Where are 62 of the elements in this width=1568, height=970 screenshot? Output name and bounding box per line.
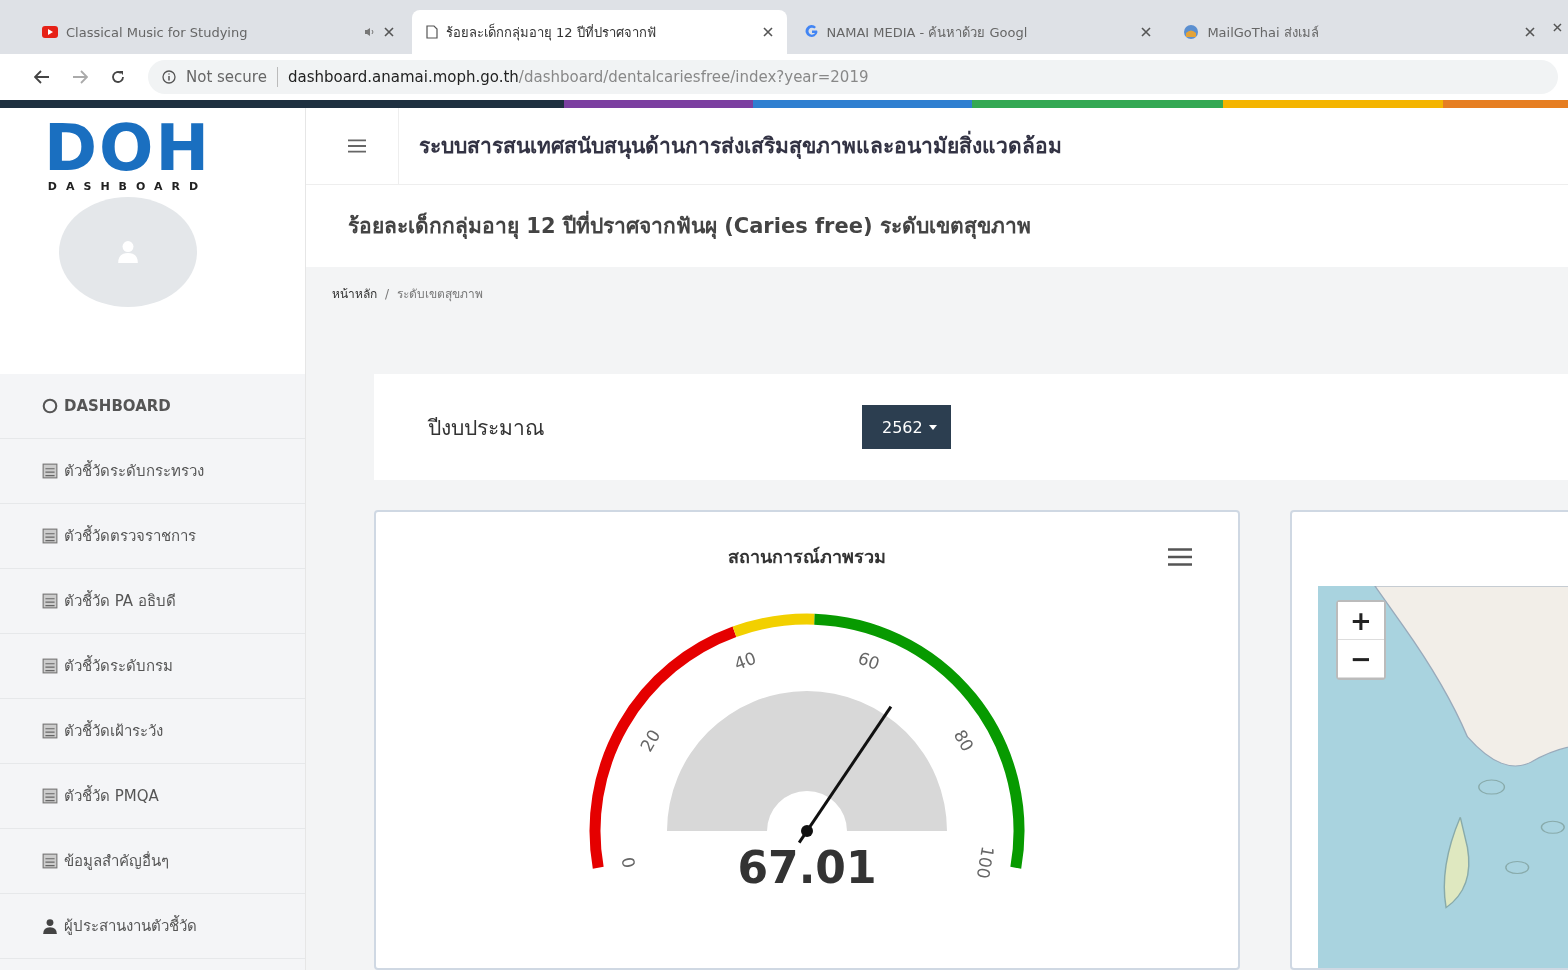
circle-icon bbox=[42, 398, 58, 414]
play-icon bbox=[42, 26, 58, 38]
user-icon bbox=[42, 918, 58, 934]
tab-title: ร้อยละเด็กกลุ่มอายุ 12 ปีที่ปราศจากฟั bbox=[445, 22, 657, 43]
gauge-tick-label: 80 bbox=[949, 726, 978, 755]
filter-label: ปีงบประมาณ bbox=[428, 414, 545, 442]
table-icon bbox=[42, 788, 58, 804]
menu-icon[interactable] bbox=[1168, 548, 1192, 566]
gauge-reading: 67.01 bbox=[737, 842, 877, 893]
close-icon[interactable] bbox=[383, 27, 394, 37]
browser-tab[interactable]: ร้อยละเด็กกลุ่มอายุ 12 ปีที่ปราศจากฟั bbox=[411, 10, 787, 54]
breadcrumb-separator: / bbox=[385, 286, 390, 301]
back-arrow-icon[interactable] bbox=[34, 70, 50, 84]
tab-title: MailGoThai ส่งเมล์ bbox=[1207, 23, 1320, 42]
close-icon[interactable] bbox=[1553, 22, 1562, 32]
document-icon bbox=[425, 25, 438, 39]
sidebar-item[interactable]: ตัวชี้วัดเฝ้าระวัง bbox=[0, 699, 305, 764]
sidebar-item[interactable]: ตัวชี้วัด PMQA bbox=[0, 764, 305, 829]
gauge-tick-label: 0 bbox=[617, 855, 640, 870]
sidebar-item[interactable]: ตัวชี้วัด PA อธิบดี bbox=[0, 569, 305, 634]
tab-title: NAMAI MEDIA - ค้นหาด้วย Googl bbox=[826, 23, 1029, 42]
user-icon bbox=[116, 240, 139, 264]
gauge-tick-label: 20 bbox=[636, 726, 665, 755]
gauge-tick-label: 60 bbox=[855, 647, 883, 674]
sidebar-item[interactable]: DASHBOARD bbox=[0, 374, 305, 439]
app-title: ระบบสารสนเทศสนับสนุนด้านการส่งเสริมสุขภาพและอนามัยสิ่งแวดล้อม bbox=[398, 108, 1062, 184]
g-letter-icon bbox=[804, 25, 819, 39]
close-icon[interactable] bbox=[1525, 27, 1536, 37]
page-title: ร้อยละเด็กกลุ่มอายุ 12 ปีที่ปราศจากฟันผุ (Caries free) ระดับเขตสุขภาพ bbox=[306, 185, 1568, 267]
breadcrumb-item: ระดับเขตสุขภาพ bbox=[397, 286, 484, 303]
table-icon bbox=[42, 853, 58, 869]
sidebar-item[interactable]: ตัวชี้วัดตรวจราชการ bbox=[0, 504, 305, 569]
globe-icon bbox=[1183, 24, 1200, 40]
logo: DOH DASHBOARD bbox=[43, 116, 212, 193]
table-icon bbox=[42, 723, 58, 739]
url-text: dashboard.anamai.moph.go.th/dashboard/dentalcariesfree/index?year=2019 bbox=[287, 68, 869, 86]
address-bar[interactable]: Not secure dashboard.anamai.moph.go.th/dashboard/dentalcariesfree/index?year=2019 bbox=[148, 60, 1558, 94]
browser-tab[interactable]: NAMAI MEDIA - ค้นหาด้วย Googl bbox=[790, 10, 1166, 54]
chart-title: สถานการณ์ภาพรวม bbox=[728, 545, 886, 569]
breadcrumb-item[interactable]: หน้าหลัก bbox=[332, 284, 377, 303]
reload-icon[interactable] bbox=[110, 69, 126, 85]
browser-tab[interactable]: Classical Music for Studying bbox=[28, 10, 408, 54]
info-icon bbox=[162, 70, 176, 84]
close-icon[interactable] bbox=[762, 27, 773, 37]
table-icon bbox=[42, 658, 58, 674]
security-label: Not secure bbox=[186, 68, 267, 86]
caret-icon bbox=[928, 424, 937, 430]
tab-title: Classical Music for Studying bbox=[66, 24, 249, 40]
year-dropdown[interactable]: 2562 bbox=[862, 405, 951, 449]
gauge-tick-label: 100 bbox=[972, 844, 998, 881]
browser-tab[interactable]: MailGoThai ส่งเมล์ bbox=[1169, 10, 1550, 54]
zoom-in-button[interactable]: + bbox=[1338, 602, 1384, 640]
table-icon bbox=[42, 528, 58, 544]
gauge-tick-label: 40 bbox=[731, 647, 759, 674]
menu-icon[interactable] bbox=[348, 139, 366, 153]
table-icon bbox=[42, 593, 58, 609]
sidebar-item[interactable]: ตัวชี้วัดระดับกระทรวง bbox=[0, 439, 305, 504]
close-icon[interactable] bbox=[1141, 27, 1152, 37]
sidebar-item[interactable]: ผู้ประสานงานตัวชี้วัด bbox=[0, 894, 305, 959]
sidebar-item[interactable]: ข้อมูลสำคัญอื่นๆ bbox=[0, 829, 305, 894]
sidebar-item[interactable]: ตัวชี้วัดระดับกรม bbox=[0, 634, 305, 699]
table-icon bbox=[42, 463, 58, 479]
